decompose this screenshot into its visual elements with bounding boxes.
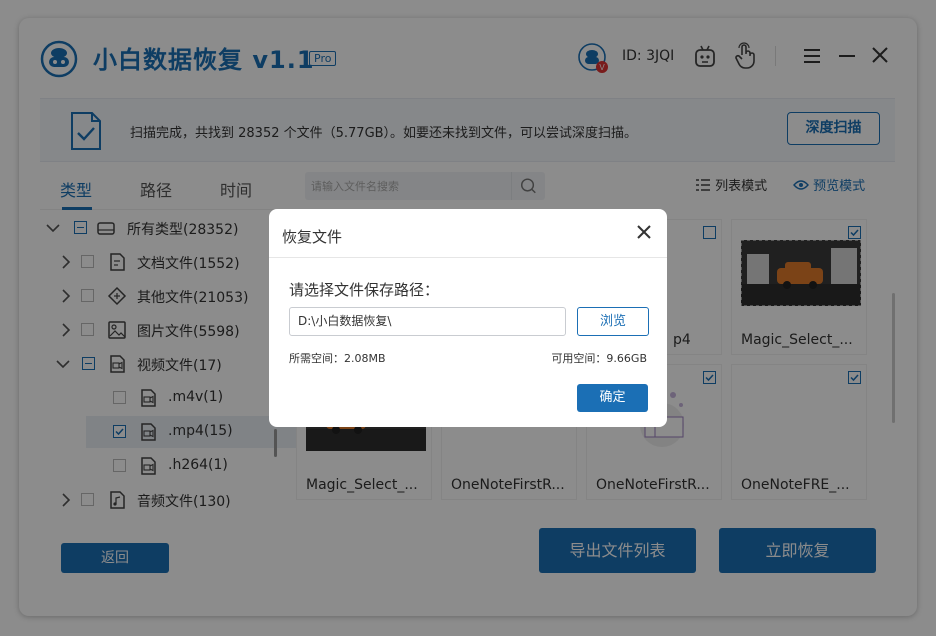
dialog-title: 恢复文件	[282, 228, 343, 246]
dialog-close-icon[interactable]	[635, 223, 653, 241]
save-path-input[interactable]: D:\小白数据恢复\	[289, 307, 566, 336]
required-space: 所需空间：2.08MB	[289, 352, 386, 365]
dialog-divider	[269, 257, 667, 258]
free-space: 可用空间：9.66GB	[551, 352, 647, 365]
recover-file-dialog: 恢复文件 请选择文件保存路径： D:\小白数据恢复\ 浏览 所需空间：2.08M…	[269, 209, 667, 427]
save-path-prompt: 请选择文件保存路径：	[289, 281, 440, 299]
confirm-button[interactable]: 确定	[577, 384, 648, 412]
browse-button[interactable]: 浏览	[577, 307, 649, 336]
